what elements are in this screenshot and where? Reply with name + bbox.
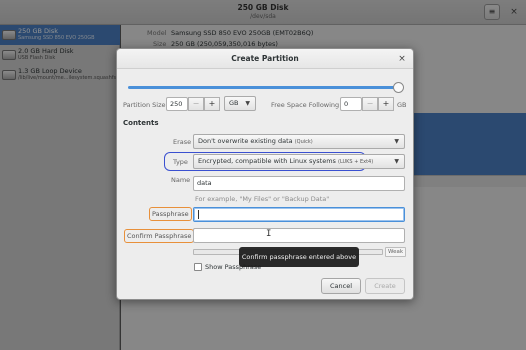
show-passphrase-checkbox[interactable] — [194, 263, 202, 271]
erase-note: (Quick) — [294, 139, 313, 145]
passphrase-input[interactable] — [193, 207, 405, 222]
cancel-button[interactable]: Cancel — [321, 278, 361, 294]
confirm-passphrase-label: Confirm Passphrase — [124, 229, 195, 243]
slider-handle[interactable] — [393, 82, 404, 93]
size-unit-select[interactable]: GB ▼ — [224, 96, 256, 111]
free-space-label: Free Space Following — [271, 101, 340, 109]
free-space-unit: GB — [397, 101, 407, 109]
free-space-increment-button[interactable]: + — [378, 97, 394, 111]
type-value: Encrypted, compatible with Linux systems — [198, 157, 336, 165]
partition-size-slider[interactable] — [128, 86, 400, 89]
name-input[interactable]: data — [193, 176, 405, 191]
type-select[interactable]: Encrypted, compatible with Linux systems… — [193, 154, 405, 169]
name-hint: For example, "My Files" or "Backup Data" — [195, 195, 330, 203]
contents-heading: Contents — [123, 119, 159, 127]
erase-select[interactable]: Don't overwrite existing data (Quick) ▼ — [193, 134, 405, 149]
free-space-input[interactable]: 0 — [340, 97, 362, 111]
partition-size-decrement-button[interactable]: − — [188, 97, 204, 111]
partition-size-input[interactable]: 250 — [166, 97, 188, 111]
partition-size-label: Partition Size — [123, 101, 166, 109]
passphrase-label: Passphrase — [149, 207, 192, 221]
strength-label: Weak — [385, 247, 407, 257]
type-label: Type — [173, 158, 188, 166]
ibeam-cursor-icon: I — [266, 229, 272, 239]
erase-label: Erase — [173, 138, 192, 146]
partition-size-increment-button[interactable]: + — [204, 97, 220, 111]
name-label: Name — [171, 176, 191, 184]
dropdown-arrow-icon: ▼ — [245, 100, 250, 107]
confirm-passphrase-tooltip: Confirm passphrase entered above — [239, 247, 359, 267]
dropdown-arrow-icon: ▼ — [394, 158, 399, 165]
erase-value: Don't overwrite existing data — [198, 137, 293, 145]
type-note: (LUKS + Ext4) — [338, 159, 374, 165]
dialog-title: Create Partition — [117, 49, 413, 69]
dropdown-arrow-icon: ▼ — [394, 138, 399, 145]
text-caret — [198, 210, 199, 219]
size-unit-value: GB — [229, 99, 239, 107]
free-space-decrement-button[interactable]: − — [362, 97, 378, 111]
create-button[interactable]: Create — [365, 278, 405, 294]
dialog-close-icon[interactable]: × — [396, 52, 408, 66]
confirm-passphrase-input[interactable] — [193, 228, 405, 243]
